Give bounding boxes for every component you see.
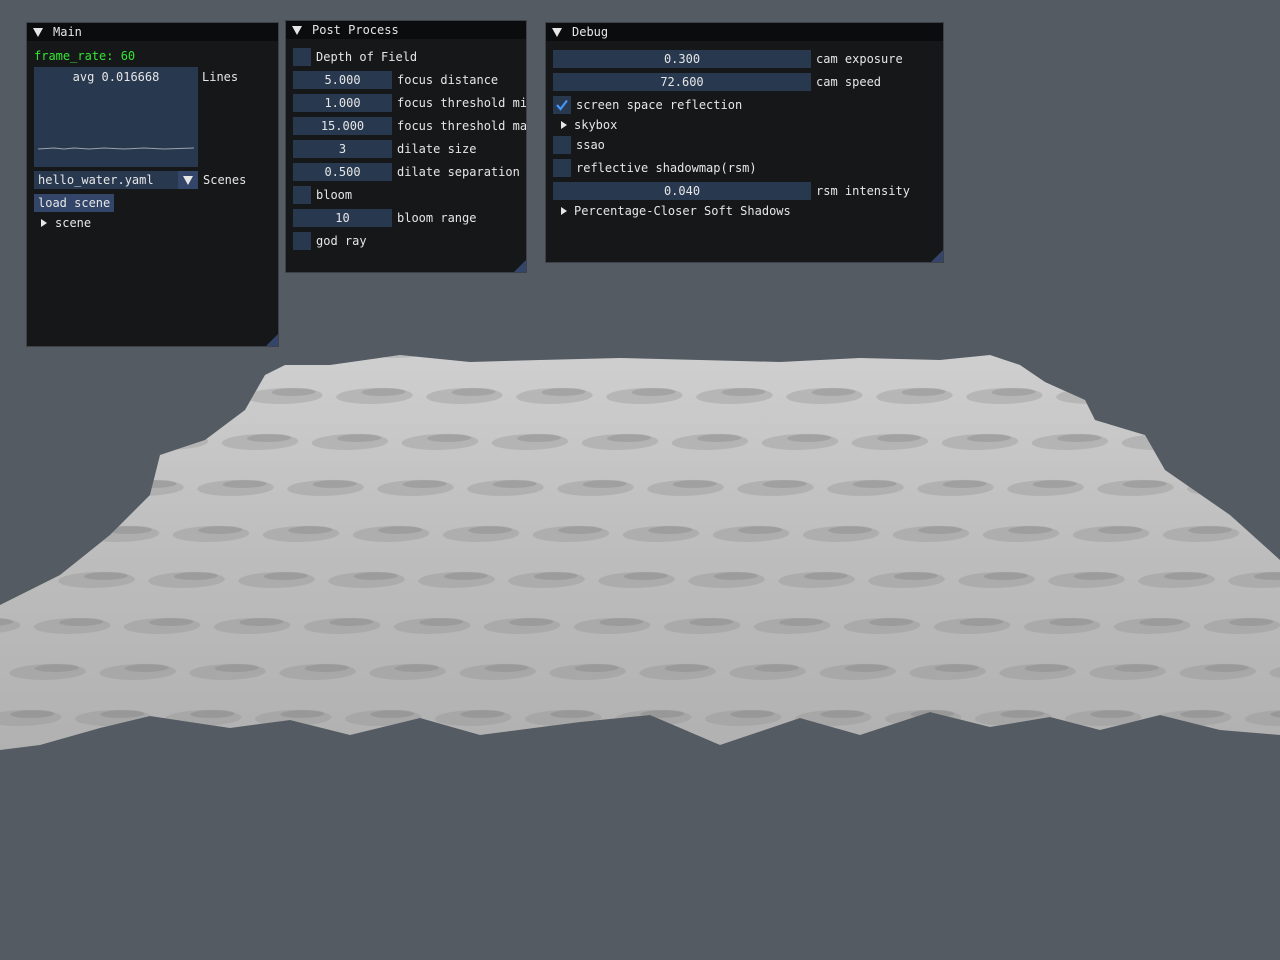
god-ray-checkbox[interactable] — [293, 232, 311, 250]
rsm-label: reflective shadowmap(rsm) — [576, 161, 757, 175]
focus-distance-label: focus distance — [397, 73, 499, 87]
focus-threshold-min-label: focus threshold min — [397, 96, 527, 110]
debug-window[interactable]: Debug 0.300 cam exposure 72.600 cam spee… — [545, 22, 944, 263]
resize-grip-icon[interactable] — [931, 250, 943, 262]
ssao-label: ssao — [576, 138, 605, 152]
checkmark-icon — [556, 99, 568, 111]
focus-threshold-min-field[interactable]: 1.000 — [293, 94, 392, 112]
main-title: Main — [53, 25, 82, 39]
bloom-range-field[interactable]: 10 — [293, 209, 392, 227]
bloom-range-label: bloom range — [397, 211, 477, 225]
skybox-label: skybox — [574, 118, 618, 132]
post-process-window[interactable]: Post Process Depth of Field 5.000 focus … — [285, 20, 527, 273]
main-window[interactable]: Main frame_rate: 60 avg 0.016668 Lines h… — [26, 22, 279, 347]
collapse-triangle-icon[interactable] — [552, 27, 562, 37]
cam-exposure-label: cam exposure — [816, 52, 903, 66]
tree-arrow-icon — [561, 207, 567, 215]
focus-threshold-max-field[interactable]: 15.000 — [293, 117, 392, 135]
scenes-label: Scenes — [203, 173, 247, 187]
rsm-intensity-label: rsm intensity — [816, 184, 910, 198]
bloom-label: bloom — [316, 188, 353, 202]
collapse-triangle-icon[interactable] — [33, 27, 43, 37]
dilate-separation-field[interactable]: 0.500 — [293, 163, 392, 181]
cam-speed-label: cam speed — [816, 75, 882, 89]
cam-exposure-field[interactable]: 0.300 — [553, 50, 811, 68]
resize-grip-icon[interactable] — [514, 260, 526, 272]
debug-title: Debug — [572, 25, 609, 39]
tree-node-label: scene — [55, 216, 92, 230]
depth-of-field-label: Depth of Field — [316, 50, 418, 64]
combo-arrow-icon — [183, 175, 193, 185]
scene-select-value: hello_water.yaml — [38, 173, 154, 187]
rsm-intensity-field[interactable]: 0.040 — [553, 182, 811, 200]
tree-node-pcss[interactable]: Percentage-Closer Soft Shadows — [561, 202, 791, 220]
rsm-checkbox[interactable] — [553, 159, 571, 177]
depth-of-field-checkbox[interactable] — [293, 48, 311, 66]
collapse-triangle-icon[interactable] — [292, 25, 302, 35]
debug-titlebar[interactable]: Debug — [546, 23, 943, 41]
plot-label: Lines — [202, 70, 239, 84]
dilate-size-field[interactable]: 3 — [293, 140, 392, 158]
post-process-titlebar[interactable]: Post Process — [286, 21, 526, 39]
scene-select[interactable]: hello_water.yaml — [34, 171, 198, 189]
dilate-separation-label: dilate separation — [397, 165, 520, 179]
cam-speed-field[interactable]: 72.600 — [553, 73, 811, 91]
tree-arrow-icon — [561, 121, 567, 129]
resize-grip-icon[interactable] — [266, 334, 278, 346]
dilate-size-label: dilate size — [397, 142, 477, 156]
ssao-checkbox[interactable] — [553, 136, 571, 154]
post-process-title: Post Process — [312, 23, 399, 37]
tree-node-skybox[interactable]: skybox — [561, 116, 617, 134]
water-ripples — [0, 355, 1280, 750]
bloom-checkbox[interactable] — [293, 186, 311, 204]
combo-arrow-button[interactable] — [178, 171, 198, 189]
frame-time-plot[interactable]: avg 0.016668 — [34, 67, 198, 167]
focus-distance-field[interactable]: 5.000 — [293, 71, 392, 89]
load-scene-button[interactable]: load scene — [34, 194, 115, 212]
plot-line — [37, 147, 195, 150]
ssr-label: screen space reflection — [576, 98, 743, 112]
focus-threshold-max-label: focus threshold max — [397, 119, 527, 133]
frame-rate-text: frame_rate: 60 — [34, 49, 136, 63]
god-ray-label: god ray — [316, 234, 367, 248]
main-titlebar[interactable]: Main — [27, 23, 278, 41]
pcss-label: Percentage-Closer Soft Shadows — [574, 204, 791, 218]
tree-node-scene[interactable]: scene — [41, 214, 91, 232]
tree-arrow-icon — [41, 219, 47, 227]
ssr-checkbox[interactable] — [553, 96, 571, 114]
